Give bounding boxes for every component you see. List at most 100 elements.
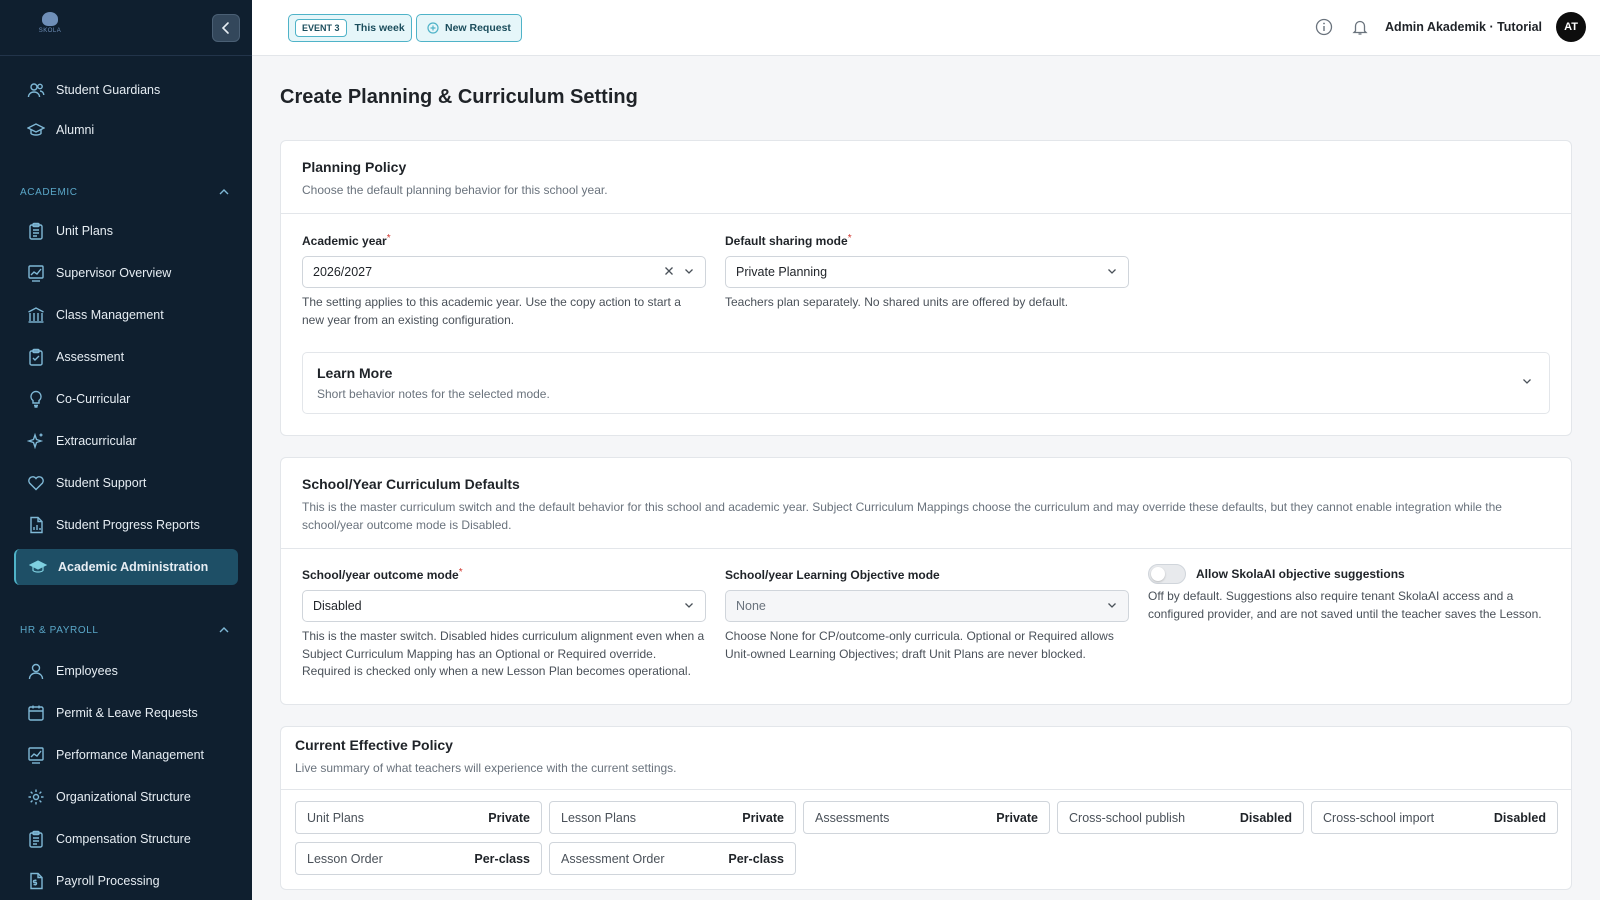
user-icon: [26, 661, 46, 681]
event-chip[interactable]: EVENT 3 This week: [288, 14, 412, 42]
policy-key: Unit Plans: [307, 810, 364, 825]
academic-year-field: Academic year* 2026/2027 The setting app…: [302, 233, 706, 329]
policy-value: Private: [488, 810, 530, 825]
policy-value: Disabled: [1493, 810, 1546, 825]
page-title: Create Planning & Curriculum Setting: [280, 86, 638, 108]
field-label: Academic year: [302, 234, 387, 248]
clipboard-icon: [26, 221, 46, 241]
sidebar-item-permit-leave[interactable]: Permit & Leave Requests: [14, 695, 238, 731]
card-header: Planning Policy Choose the default plann…: [281, 141, 1571, 214]
top-right-actions: Admin Akademik · Tutorial AT: [1313, 12, 1586, 42]
sidebar-item-student-support[interactable]: Student Support: [14, 465, 238, 501]
sidebar-item-co-curricular[interactable]: Co-Curricular: [14, 381, 238, 417]
notifications-button[interactable]: [1349, 16, 1371, 38]
sidebar-item-label: Student Guardians: [56, 83, 161, 97]
objective-mode-select[interactable]: None: [725, 590, 1129, 622]
chevron-up-icon: [219, 627, 229, 633]
logo[interactable]: SKOLA: [32, 12, 68, 42]
sidebar-item-payroll-processing[interactable]: Payroll Processing: [14, 863, 238, 899]
chart-icon: [26, 263, 46, 283]
field-help: Off by default. Suggestions also require…: [1148, 589, 1542, 621]
required-mark: *: [847, 233, 852, 244]
policy-cell-lesson-order: Lesson Order Per-class: [295, 842, 542, 875]
sidebar-item-label: Performance Management: [56, 748, 204, 762]
sidebar-item-label: Employees: [56, 664, 118, 678]
chevron-down-icon: [685, 603, 693, 608]
policy-cell-cross-school-publish: Cross-school publish Disabled: [1057, 801, 1304, 834]
field-label: Default sharing mode: [725, 234, 848, 248]
sidebar-item-compensation-structure[interactable]: Compensation Structure: [14, 821, 238, 857]
card-header: Current Effective Policy Live summary of…: [281, 727, 1571, 790]
policy-cell-unit-plans: Unit Plans Private: [295, 801, 542, 834]
collapse-sidebar-button[interactable]: [212, 14, 240, 42]
event-label: This week: [354, 22, 405, 34]
field-help: This is the master switch. Disabled hide…: [302, 629, 705, 678]
chevron-down-icon: [1108, 269, 1116, 274]
policy-key: Assessment Order: [561, 851, 665, 866]
sidebar-item-academic-administration[interactable]: Academic Administration: [14, 549, 238, 585]
graduation-cap-icon: [26, 120, 46, 140]
card-title: Current Effective Policy: [295, 737, 453, 753]
info-button[interactable]: [1313, 16, 1335, 38]
chevron-down-icon: [1523, 379, 1531, 384]
top-bar: EVENT 3 This week New Request Admin Akad…: [252, 0, 1600, 56]
card-description: Choose the default planning behavior for…: [302, 183, 608, 197]
chevron-down-icon: [685, 269, 693, 274]
sidebar-item-supervisor-overview[interactable]: Supervisor Overview: [14, 255, 238, 291]
logo-mark: [42, 12, 58, 26]
sidebar-item-student-progress-reports[interactable]: Student Progress Reports: [14, 507, 238, 543]
sidebar-item-label: Organizational Structure: [56, 790, 191, 804]
graduation-cap-icon: [28, 557, 48, 577]
section-header-hr-payroll[interactable]: HR & PAYROLL: [20, 624, 230, 636]
policy-key: Cross-school publish: [1069, 810, 1186, 825]
avatar[interactable]: AT: [1556, 12, 1586, 42]
users-icon: [26, 80, 46, 100]
policy-value: Disabled: [1239, 810, 1292, 825]
sidebar-item-student-guardians[interactable]: Student Guardians: [14, 72, 238, 108]
sidebar-item-organizational-structure[interactable]: Organizational Structure: [14, 779, 238, 815]
sidebar: SKOLA Student Guardians Alumni ACADEMIC …: [0, 0, 252, 900]
sidebar-item-label: Student Support: [56, 476, 147, 490]
bell-icon: [1352, 20, 1368, 35]
sidebar-item-label: Assessment: [56, 350, 125, 364]
objective-mode-field: School/year Learning Objective mode None…: [725, 567, 1129, 663]
sharing-mode-select[interactable]: Private Planning: [725, 256, 1129, 288]
policy-cell-lesson-plans: Lesson Plans Private: [549, 801, 796, 834]
sidebar-item-employees[interactable]: Employees: [14, 653, 238, 689]
chevron-down-icon: [1108, 603, 1116, 608]
accordion-description: Short behavior notes for the selected mo…: [317, 387, 550, 401]
sidebar-item-label: Extracurricular: [56, 434, 137, 448]
sidebar-item-label: Co-Curricular: [56, 392, 131, 406]
curriculum-defaults-card: School/Year Curriculum Defaults This is …: [280, 457, 1572, 705]
policy-value: Per-class: [728, 851, 784, 866]
sidebar-item-assessment[interactable]: Assessment: [14, 339, 238, 375]
learn-more-accordion[interactable]: Learn More Short behavior notes for the …: [302, 352, 1550, 414]
clear-icon[interactable]: [663, 265, 675, 277]
sharing-mode-field: Default sharing mode* Private Planning T…: [725, 233, 1129, 312]
card-title: Planning Policy: [302, 159, 407, 175]
building-icon: [26, 305, 46, 325]
chart-icon: [26, 745, 46, 765]
ai-suggestions-toggle[interactable]: [1148, 564, 1186, 584]
effective-policy-card: Current Effective Policy Live summary of…: [280, 726, 1572, 890]
sidebar-item-label: Academic Administration: [58, 560, 209, 574]
sidebar-item-unit-plans[interactable]: Unit Plans: [14, 213, 238, 249]
heart-icon: [26, 473, 46, 493]
sidebar-item-class-management[interactable]: Class Management: [14, 297, 238, 333]
calendar-icon: [26, 703, 46, 723]
outcome-mode-field: School/year outcome mode* Disabled This …: [302, 567, 706, 681]
sidebar-item-extracurricular[interactable]: Extracurricular: [14, 423, 238, 459]
required-mark: *: [458, 567, 463, 578]
sidebar-item-label: Alumni: [56, 123, 95, 137]
outcome-mode-select[interactable]: Disabled: [302, 590, 706, 622]
new-request-button[interactable]: New Request: [416, 14, 522, 42]
academic-year-select[interactable]: 2026/2027: [302, 256, 706, 288]
section-label: ACADEMIC: [20, 186, 78, 198]
section-header-academic[interactable]: ACADEMIC: [20, 186, 230, 198]
card-description: This is the master curriculum switch and…: [302, 500, 1502, 532]
user-name[interactable]: Admin Akademik · Tutorial: [1385, 20, 1542, 34]
sidebar-item-alumni[interactable]: Alumni: [14, 112, 238, 148]
sidebar-item-performance-management[interactable]: Performance Management: [14, 737, 238, 773]
sparkles-icon: [26, 431, 46, 451]
select-value: None: [736, 599, 766, 613]
